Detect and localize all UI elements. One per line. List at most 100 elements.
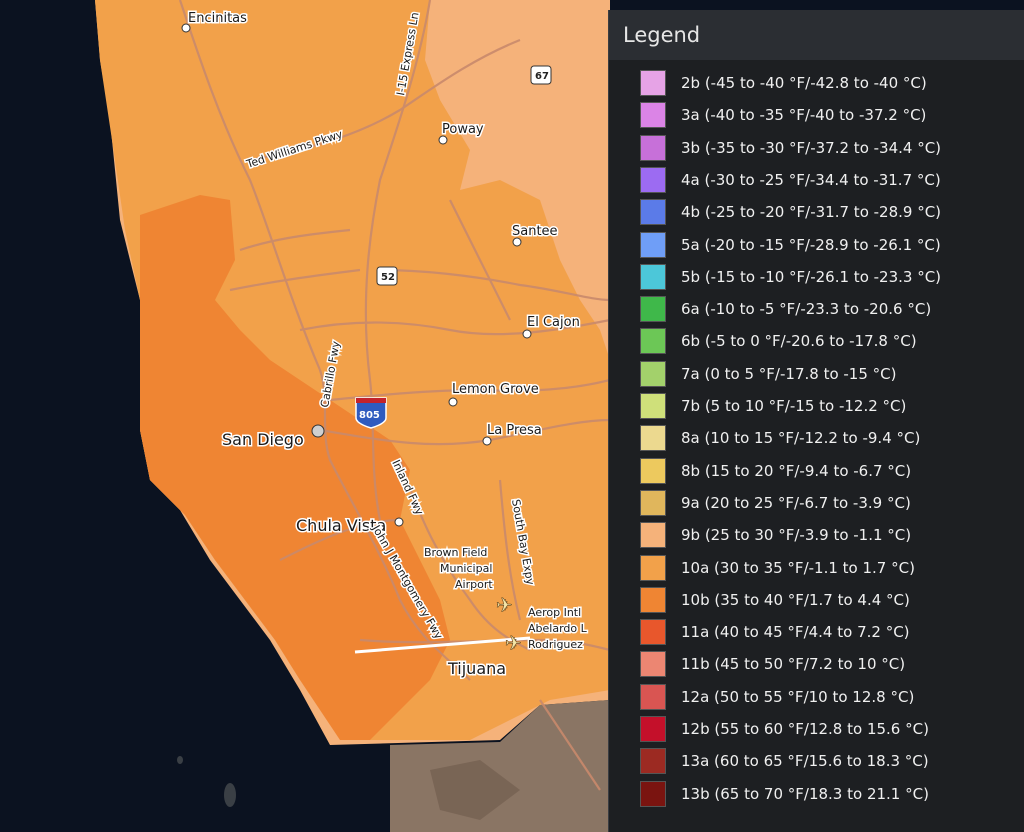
legend-swatch [640,199,666,226]
legend-swatch [640,522,666,549]
legend-label: 2b (-45 to -40 °F/-42.8 to -40 °C) [681,74,927,92]
label-aerop-3: Rodriguez [528,638,583,651]
legend-swatch [640,425,666,452]
legend-swatch [640,134,666,161]
legend-swatch [640,489,666,516]
shield-67: 67 [530,65,552,85]
legend-label: 11a (40 to 45 °F/4.4 to 7.2 °C) [681,623,910,642]
legend-swatch [640,748,666,775]
legend-label: 6a (-10 to -5 °F/-23.3 to -20.6 °C) [681,300,932,319]
legend-label: 9a (20 to 25 °F/-6.7 to -3.9 °C) [681,493,911,512]
legend-item: 10b (35 to 40 °F/1.7 to 4.4 °C) [640,586,910,613]
legend-swatch [640,393,666,419]
legend-item: 11a (40 to 45 °F/4.4 to 7.2 °C) [640,619,910,646]
legend-swatch [640,328,666,355]
legend-item: 13a (60 to 65 °F/15.6 to 18.3 °C) [640,748,929,775]
island [224,783,236,807]
svg-text:67: 67 [535,71,549,82]
legend-swatch [640,70,666,96]
legend-item: 8a (10 to 15 °F/-12.2 to -9.4 °C) [640,425,921,452]
legend-label: 5b (-15 to -10 °F/-26.1 to -23.3 °C) [681,267,942,286]
label-brown-field-1: Brown Field [424,546,487,559]
legend-item: 13b (65 to 70 °F/18.3 to 21.1 °C) [640,780,929,807]
legend-swatch [640,360,666,387]
legend-item: 9b (25 to 30 °F/-3.9 to -1.1 °C) [640,522,912,549]
label-aerop-1: Aerop Intl [528,606,581,619]
legend-swatch [640,296,666,323]
legend-item: 4a (-30 to -25 °F/-34.4 to -31.7 °C) [640,166,941,193]
legend-swatch [640,651,666,678]
legend-label: 5a (-20 to -15 °F/-28.9 to -26.1 °C) [681,235,941,254]
marker-la-presa [482,436,492,446]
legend-label: 11b (45 to 50 °F/7.2 to 10 °C) [681,655,906,674]
marker-el-cajon [522,329,532,339]
svg-text:52: 52 [381,272,395,283]
label-san-diego: San Diego [222,430,304,449]
marker-san-diego [311,424,325,438]
marker-poway [438,135,448,145]
legend-item: 5a (-20 to -15 °F/-28.9 to -26.1 °C) [640,231,941,258]
marker-lemon-grove [448,397,458,407]
legend-label: 8b (15 to 20 °F/-9.4 to -6.7 °C) [681,461,912,480]
legend-panel[interactable]: Legend 2b (-45 to -40 °F/-42.8 to -40 °C… [608,10,1024,832]
legend-title: Legend [609,10,1024,60]
legend-item: 10a (30 to 35 °F/-1.1 to 1.7 °C) [640,554,915,581]
legend-swatch [640,716,666,742]
legend-item: 2b (-45 to -40 °F/-42.8 to -40 °C) [640,70,927,96]
legend-item: 6b (-5 to 0 °F/-20.6 to -17.8 °C) [640,328,917,355]
legend-label: 13b (65 to 70 °F/18.3 to 21.1 °C) [681,784,929,803]
legend-label: 7b (5 to 10 °F/-15 to -12.2 °C) [681,397,907,415]
legend-swatch [640,554,666,581]
label-brown-field-2: Municipal [440,562,492,575]
island [177,756,183,764]
legend-label: 10b (35 to 40 °F/1.7 to 4.4 °C) [681,590,910,609]
legend-item: 6a (-10 to -5 °F/-23.3 to -20.6 °C) [640,296,932,323]
label-encinitas: Encinitas [188,11,247,26]
legend-swatch [640,166,666,193]
legend-item: 3a (-40 to -35 °F/-40 to -37.2 °C) [640,102,927,129]
svg-text:805: 805 [359,410,380,421]
legend-item: 12b (55 to 60 °F/12.8 to 15.6 °C) [640,716,929,742]
label-brown-field-3: Airport [455,578,493,591]
marker-chula-vista [394,517,404,527]
legend-item: 11b (45 to 50 °F/7.2 to 10 °C) [640,651,906,678]
legend-label: 12b (55 to 60 °F/12.8 to 15.6 °C) [681,720,929,738]
legend-item: 4b (-25 to -20 °F/-31.7 to -28.9 °C) [640,199,942,226]
legend-label: 8a (10 to 15 °F/-12.2 to -9.4 °C) [681,429,921,448]
label-tijuana: Tijuana [447,659,506,678]
legend-label: 3a (-40 to -35 °F/-40 to -37.2 °C) [681,106,927,125]
legend-item: 9a (20 to 25 °F/-6.7 to -3.9 °C) [640,489,911,516]
legend-item: 7b (5 to 10 °F/-15 to -12.2 °C) [640,393,906,419]
legend-item: 12a (50 to 55 °F/10 to 12.8 °C) [640,683,915,710]
legend-label: 13a (60 to 65 °F/15.6 to 18.3 °C) [681,752,929,771]
legend-item: 7a (0 to 5 °F/-17.8 to -15 °C) [640,360,897,387]
marker-santee [512,237,522,247]
airport-icon: ✈ [505,631,522,655]
legend-swatch [640,231,666,258]
legend-swatch [640,457,666,484]
legend-swatch [640,683,666,710]
legend-label: 7a (0 to 5 °F/-17.8 to -15 °C) [681,364,897,383]
legend-label: 9b (25 to 30 °F/-3.9 to -1.1 °C) [681,526,912,545]
legend-label: 12a (50 to 55 °F/10 to 12.8 °C) [681,687,915,706]
label-el-cajon: El Cajon [527,315,580,330]
label-lemon-grove: Lemon Grove [452,382,539,397]
shield-805: 805 [355,397,387,429]
legend-swatch [640,102,666,129]
legend-item: 5b (-15 to -10 °F/-26.1 to -23.3 °C) [640,263,942,290]
legend-swatch [640,586,666,613]
label-aerop-2: Abelardo L [528,622,588,635]
label-poway: Poway [442,122,484,137]
legend-label: 6b (-5 to 0 °F/-20.6 to -17.8 °C) [681,332,917,351]
legend-item: 8b (15 to 20 °F/-9.4 to -6.7 °C) [640,457,912,484]
shield-52: 52 [376,266,398,286]
legend-label: 4a (-30 to -25 °F/-34.4 to -31.7 °C) [681,170,941,189]
legend-label: 3b (-35 to -30 °F/-37.2 to -34.4 °C) [681,138,942,157]
airport-icon: ✈ [496,593,513,617]
legend-label: 10a (30 to 35 °F/-1.1 to 1.7 °C) [681,558,915,577]
legend-swatch [640,263,666,290]
legend-label: 4b (-25 to -20 °F/-31.7 to -28.9 °C) [681,203,942,222]
legend-swatch [640,780,666,807]
legend-item: 3b (-35 to -30 °F/-37.2 to -34.4 °C) [640,134,942,161]
label-la-presa: La Presa [487,423,542,438]
